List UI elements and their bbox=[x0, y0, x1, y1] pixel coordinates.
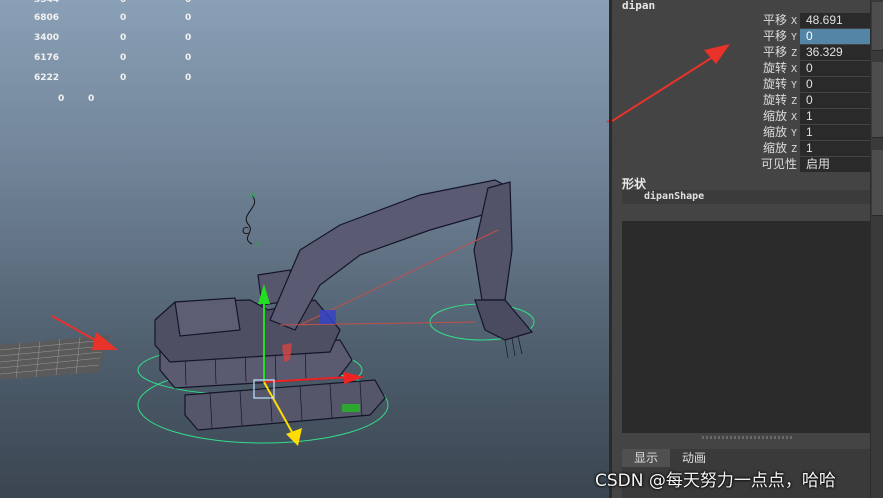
attribute-label-text: 可见性 bbox=[760, 157, 797, 171]
attribute-label: 缩放 Z bbox=[763, 141, 797, 157]
curve-cv-bottom: + bbox=[254, 240, 262, 250]
attribute-label-text: 平移 bbox=[762, 13, 787, 27]
attribute-axis: Z bbox=[790, 96, 797, 107]
attribute-value-field[interactable]: 36.329 bbox=[800, 45, 874, 60]
tab-animation[interactable]: 动画 bbox=[670, 449, 718, 467]
attribute-value-field[interactable]: 0 bbox=[800, 61, 874, 76]
attribute-label-text: 缩放 bbox=[762, 125, 787, 139]
attribute-axis: Y bbox=[790, 32, 797, 43]
attribute-row: 缩放 Z 1 bbox=[612, 141, 874, 156]
shape-node-row[interactable]: dipanShape bbox=[622, 190, 873, 204]
panel-resize-grip[interactable] bbox=[702, 436, 792, 439]
attribute-axis: Z bbox=[790, 144, 797, 155]
attribute-axis: Z bbox=[790, 48, 797, 59]
attribute-value-field[interactable]: 1 bbox=[800, 109, 874, 124]
annotation-arrow-panel bbox=[612, 44, 730, 122]
attribute-label-text: 平移 bbox=[762, 45, 787, 59]
background-mesh bbox=[0, 335, 110, 380]
attribute-label: 可见性 bbox=[761, 157, 797, 172]
attribute-value-field[interactable]: 启用 bbox=[800, 157, 874, 172]
attribute-value-field[interactable]: 1 bbox=[800, 125, 874, 140]
attribute-editor: dipan 平移 X 48.691 平移 Y 0 平移 Z 36.329 旋转 X 0 旋转 Y 0 旋转 Z 0… bbox=[609, 0, 883, 498]
attribute-value-field[interactable]: 48.691 bbox=[800, 13, 874, 28]
z-axis-handle bbox=[286, 428, 302, 446]
curve-control[interactable]: C + + bbox=[242, 191, 262, 250]
attribute-row: 可见性 启用 bbox=[612, 157, 874, 172]
3d-viewport[interactable]: 3544 0 0 6806 0 0 3400 0 0 6176 0 0 6222 0 0 0 0 C + + bbox=[0, 0, 609, 498]
attribute-label-text: 缩放 bbox=[762, 109, 787, 123]
side-tab-strip bbox=[870, 0, 883, 498]
blue-plane-handle bbox=[320, 310, 336, 324]
curve-label: C bbox=[242, 226, 249, 237]
attribute-label-text: 缩放 bbox=[762, 141, 787, 155]
green-plane-handle bbox=[342, 404, 360, 412]
attribute-value-field[interactable]: 1 bbox=[800, 141, 874, 156]
attribute-value-field[interactable]: 0 bbox=[800, 77, 874, 92]
attribute-label: 平移 Z bbox=[763, 45, 797, 61]
curve-cv-top: + bbox=[249, 191, 257, 201]
attribute-label: 旋转 X bbox=[763, 61, 797, 77]
notes-area[interactable] bbox=[622, 221, 873, 433]
watermark: CSDN @每天努力一点点，哈哈 bbox=[595, 471, 836, 491]
attribute-label: 旋转 Y bbox=[763, 77, 797, 93]
attribute-value-field[interactable]: 0 bbox=[800, 29, 874, 44]
excavator-model[interactable] bbox=[154, 179, 534, 431]
attribute-label: 平移 Y bbox=[763, 29, 797, 45]
attribute-axis: Y bbox=[790, 80, 797, 91]
attribute-label: 旋转 Z bbox=[763, 93, 797, 109]
attribute-label-text: 旋转 bbox=[762, 77, 787, 91]
attribute-axis: Y bbox=[790, 128, 797, 139]
side-tab-1[interactable] bbox=[872, 2, 883, 51]
attribute-value-field[interactable]: 0 bbox=[800, 93, 874, 108]
attribute-label: 缩放 X bbox=[763, 109, 797, 125]
side-tab-2[interactable] bbox=[872, 62, 883, 138]
attribute-axis: X bbox=[790, 112, 797, 123]
side-tab-3[interactable] bbox=[872, 150, 883, 216]
attribute-label-text: 旋转 bbox=[762, 61, 787, 75]
attribute-label-text: 旋转 bbox=[762, 93, 787, 107]
attribute-label: 缩放 Y bbox=[763, 125, 797, 141]
attribute-axis: X bbox=[790, 64, 797, 75]
tab-display[interactable]: 显示 bbox=[622, 449, 671, 467]
attribute-axis: X bbox=[790, 16, 797, 27]
scene-canvas[interactable]: C + + bbox=[0, 0, 609, 498]
attribute-label-text: 平移 bbox=[762, 29, 787, 43]
attribute-label: 平移 X bbox=[763, 13, 797, 29]
